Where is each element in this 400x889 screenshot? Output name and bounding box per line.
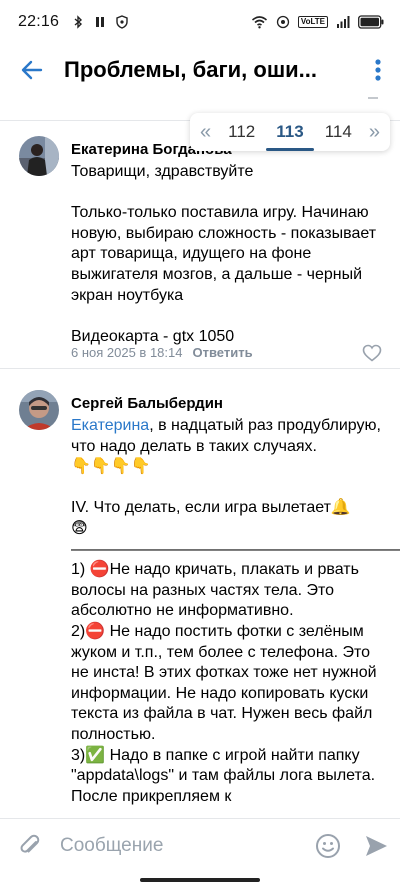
previous-post-edge bbox=[368, 96, 378, 99]
shield-icon bbox=[116, 15, 128, 29]
avatar[interactable] bbox=[19, 390, 59, 430]
send-icon bbox=[366, 835, 387, 856]
avatar[interactable] bbox=[19, 136, 59, 176]
more-button[interactable] bbox=[356, 44, 400, 96]
avatar-photo bbox=[19, 390, 59, 430]
mention-link[interactable]: Екатерина bbox=[71, 417, 149, 434]
post-date: 6 ноя 2025 в 18:14 bbox=[71, 345, 183, 360]
more-vert-icon bbox=[375, 59, 381, 81]
paperclip-icon bbox=[20, 834, 40, 853]
message-composer: Сообщение bbox=[0, 818, 400, 872]
pager-page-current[interactable]: 113 bbox=[266, 122, 315, 151]
battery-icon bbox=[358, 15, 384, 29]
attach-button[interactable] bbox=[0, 833, 60, 859]
pager-next-button[interactable]: » bbox=[369, 121, 380, 144]
page-switcher: « 112 113 114 » bbox=[190, 113, 390, 151]
pager-page-114[interactable]: 114 bbox=[321, 122, 356, 142]
message-input[interactable]: Сообщение bbox=[60, 835, 304, 857]
post-author[interactable]: Сергей Балыбердин bbox=[71, 395, 223, 412]
smiley-icon bbox=[316, 833, 340, 858]
status-bar: 22:16 VoLTE bbox=[0, 0, 400, 44]
status-time: 22:16 bbox=[18, 13, 60, 30]
page-title: Проблемы, баги, оши... bbox=[64, 57, 318, 82]
wifi-icon bbox=[251, 16, 267, 29]
back-button[interactable] bbox=[0, 44, 64, 96]
reply-button[interactable]: Ответить bbox=[192, 345, 252, 360]
post: Екатерина Богданова Товарищи, здравствуй… bbox=[0, 121, 400, 368]
hotspot-icon bbox=[276, 15, 289, 29]
chat-header: Проблемы, баги, оши... bbox=[0, 44, 400, 96]
send-button[interactable] bbox=[352, 833, 400, 859]
gesture-bar bbox=[140, 878, 260, 882]
post: Сергей Балыбердин Екатерина, в надцатый … bbox=[0, 369, 400, 818]
arrow-back-icon bbox=[21, 60, 43, 80]
bluetooth-icon bbox=[74, 15, 83, 29]
post-text-body: , в надцатый раз продублирую, что надо д… bbox=[71, 417, 400, 805]
avatar-photo bbox=[19, 136, 59, 176]
heart-icon[interactable] bbox=[362, 344, 382, 362]
post-text: Товарищи, здравствуйте Только-только пос… bbox=[71, 163, 377, 345]
emoji-button[interactable] bbox=[304, 833, 352, 859]
pager-page-112[interactable]: 112 bbox=[224, 122, 259, 142]
post-text: Екатерина, в надцатый раз продублирую, ч… bbox=[71, 416, 400, 807]
pause-icon bbox=[96, 17, 105, 27]
pager-prev-button[interactable]: « bbox=[200, 121, 211, 144]
volte-icon: VoLTE bbox=[297, 16, 328, 28]
signal-icon bbox=[337, 16, 350, 28]
